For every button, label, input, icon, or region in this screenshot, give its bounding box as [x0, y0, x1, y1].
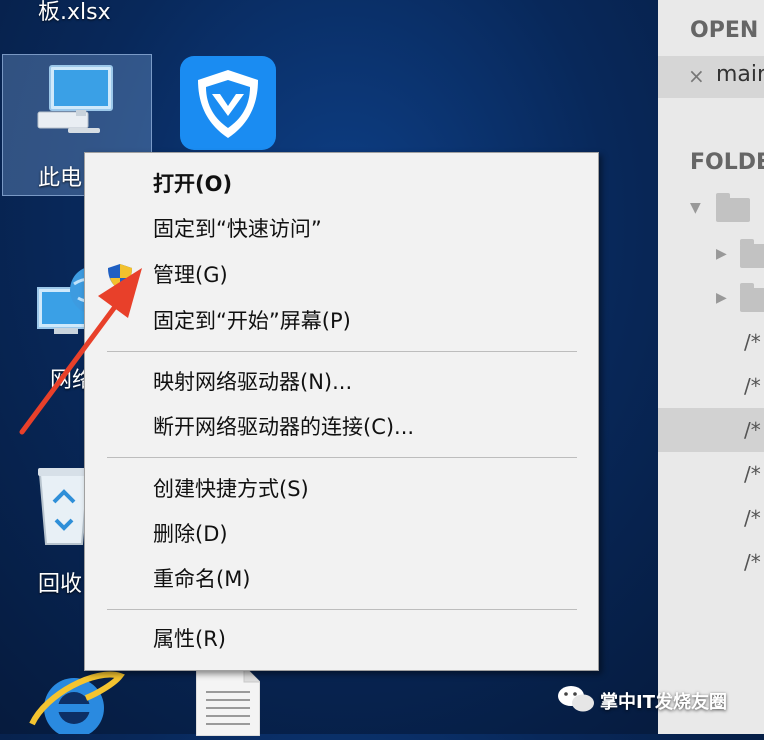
wechat-icon	[556, 684, 596, 718]
open-file-tab[interactable]: × main	[658, 56, 764, 98]
expanded-triangle-icon[interactable]: ▼	[690, 200, 701, 216]
file-row[interactable]: /*	[658, 540, 764, 584]
file-row[interactable]: /*	[658, 452, 764, 496]
close-icon[interactable]: ×	[688, 64, 705, 88]
open-file-name: main	[716, 62, 764, 87]
file-row[interactable]: /*	[658, 496, 764, 540]
collapsed-triangle-icon[interactable]: ▶	[716, 246, 727, 262]
open-files-header: OPEN	[690, 18, 759, 43]
collapsed-triangle-icon[interactable]: ▶	[716, 290, 727, 306]
file-row[interactable]: /*	[658, 320, 764, 364]
red-arrow-icon	[19, 268, 142, 435]
editor-sidebar: OPEN × main FOLDE ▼ ▶ ▶ /* /* /* /* /* /…	[658, 0, 764, 734]
watermark-text: 掌中IT发烧友圈	[600, 692, 727, 713]
folder-icon[interactable]	[740, 239, 764, 268]
folders-header: FOLDE	[690, 150, 764, 175]
file-row-selected[interactable]: /*	[658, 408, 764, 452]
file-row[interactable]: /*	[658, 364, 764, 408]
folder-icon[interactable]	[740, 283, 764, 312]
folder-icon[interactable]	[716, 193, 750, 222]
